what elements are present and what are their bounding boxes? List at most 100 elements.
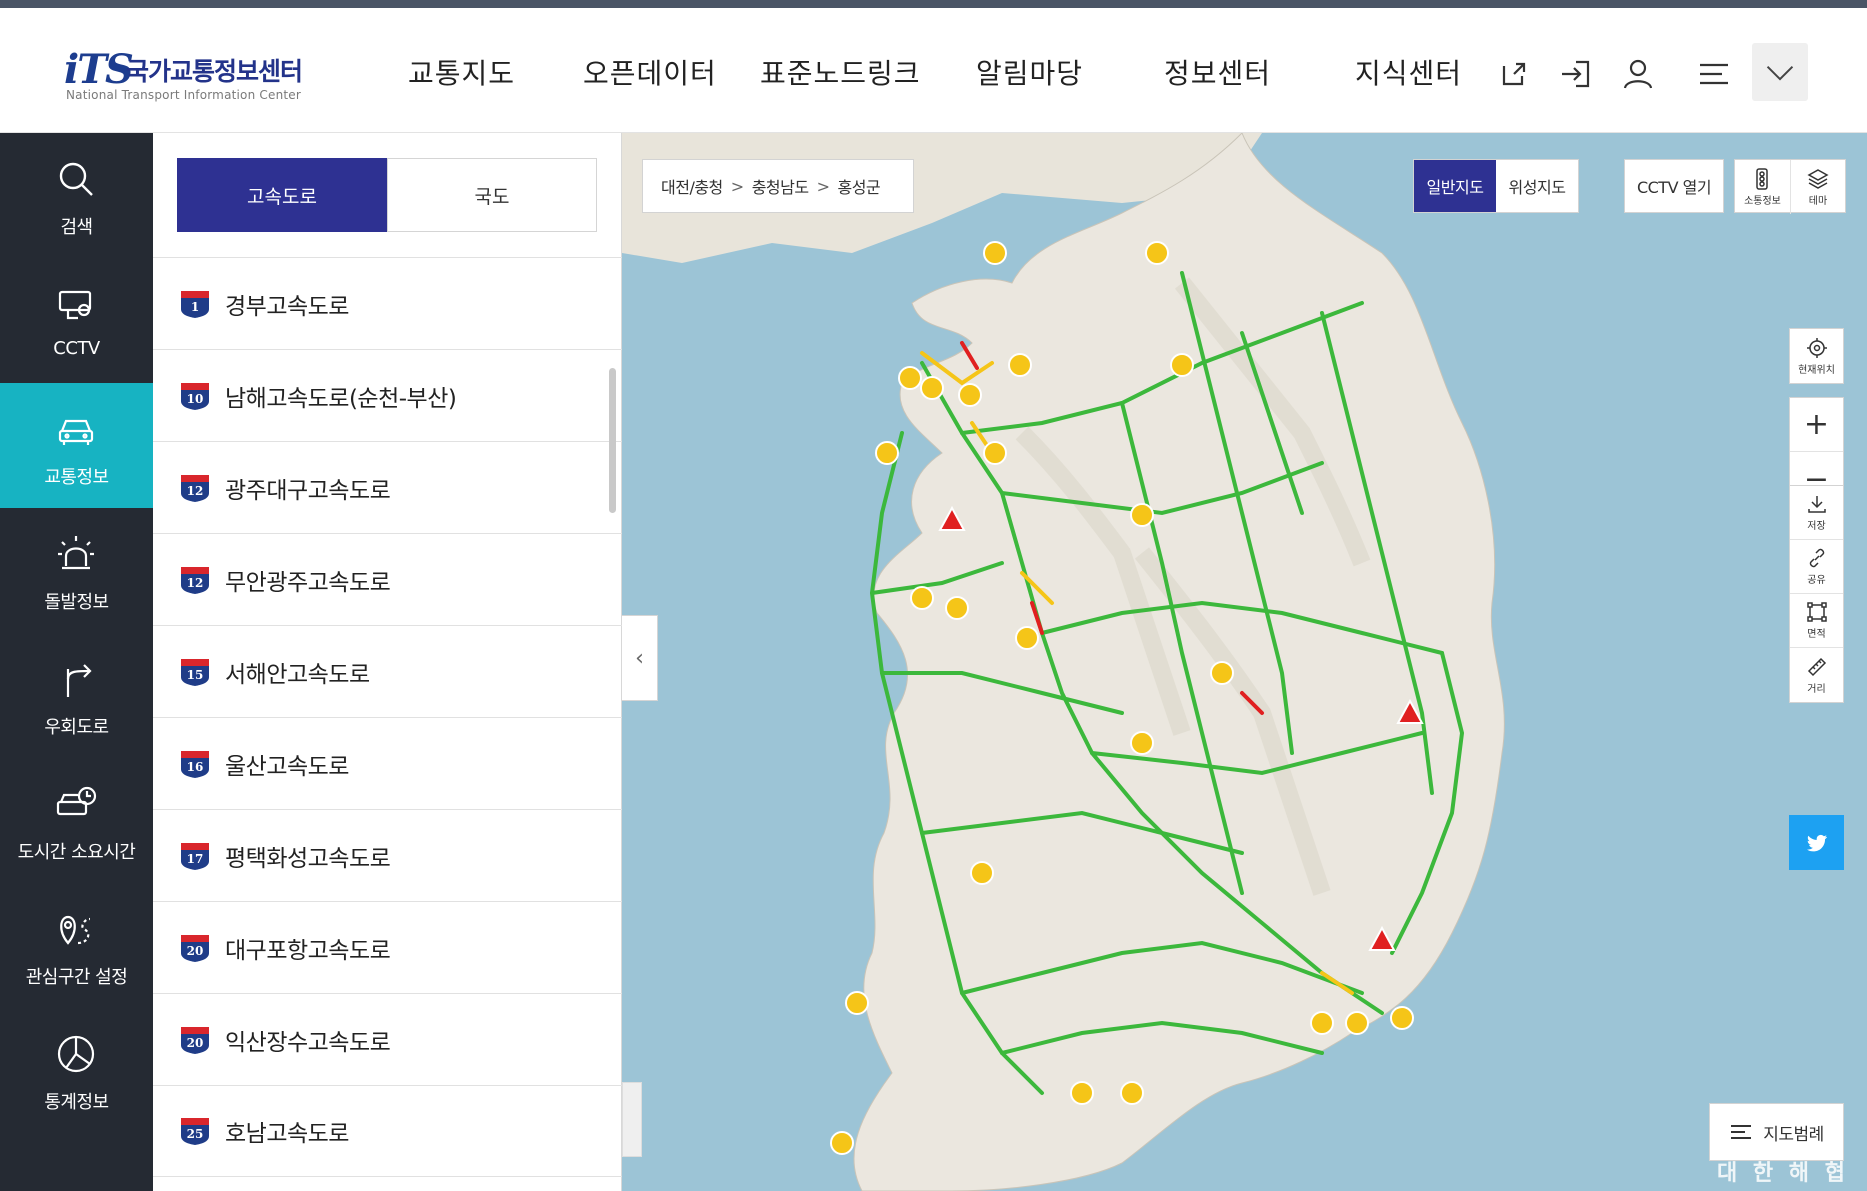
map-breadcrumb[interactable]: 대전/충청 > 충청남도 > 홍성군 [642,159,914,213]
theme-button[interactable]: 테마 [1789,160,1845,214]
nav-detour[interactable]: 우회도로 [0,633,153,758]
maptype-normal-button[interactable]: 일반지도 [1414,160,1496,212]
gnb-open-data[interactable]: 오픈데이터 [583,52,717,92]
nav-cctv[interactable]: CCTV [0,258,153,383]
crosshair-icon [1806,337,1827,358]
panel-bottom-handle[interactable] [622,1082,642,1157]
site-logo[interactable]: iTS 국가교통정보센터 National Transport Informat… [64,46,324,106]
theme-label: 테마 [1808,195,1828,207]
cctv-icon [58,290,92,320]
road-list-item[interactable]: 12 무안광주고속도로 [153,533,622,625]
gnb-knowledge-center[interactable]: 지식센터 [1355,52,1462,92]
road-name: 대구포항고속도로 [225,937,391,964]
nav-cctv-label: CCTV [53,338,100,359]
road-list-item[interactable]: 17 평택화성고속도로 [153,809,622,901]
twitter-icon [1806,834,1827,851]
expressway-shield-icon: 12 [179,565,211,595]
distance-measure-label: 거리 [1807,683,1826,695]
nav-statistics[interactable]: 통계정보 [0,1008,153,1133]
maptype-satellite-button[interactable]: 위성지도 [1496,160,1578,212]
breadcrumb-province[interactable]: 충청남도 [752,174,809,198]
download-icon [1807,496,1826,513]
expressway-shield-icon: 12 [179,473,211,503]
traffic-flow-label: 소통정보 [1744,195,1781,207]
external-link-icon[interactable] [1494,54,1534,94]
road-name: 서해안고속도로 [225,661,370,688]
tab-national-road[interactable]: 국도 [387,158,597,232]
expressway-shield-icon: 1 [179,289,211,319]
ruler-icon [1807,657,1826,676]
nav-favorite-route[interactable]: 관심구간 설정 [0,883,153,1008]
expressway-shield-icon: 16 [179,749,211,779]
gnb-notice[interactable]: 알림마당 [976,52,1083,92]
area-measure-button[interactable]: 면적 [1790,594,1843,648]
gnb-info-center[interactable]: 정보센터 [1164,52,1271,92]
share-button[interactable]: 공유 [1790,540,1843,594]
zoom-in-button[interactable]: + [1790,398,1843,452]
nav-detour-label: 우회도로 [44,717,109,738]
road-list-item[interactable]: 16 울산고속도로 [153,717,622,809]
road-name: 익산장수고속도로 [225,1029,391,1056]
gnb-standard-node-link[interactable]: 표준노드링크 [760,52,921,92]
road-name: 무안광주고속도로 [225,569,391,596]
expressway-shield-icon: 25 [179,1116,211,1146]
area-measure-label: 면적 [1807,629,1826,640]
road-number: 10 [186,391,204,406]
car-clock-icon [56,786,97,816]
panel-scrollbar[interactable] [609,368,616,513]
user-icon[interactable] [1618,54,1658,94]
header-toggle-button[interactable] [1752,43,1808,101]
link-icon [1809,548,1824,568]
road-name: 울산고속도로 [225,753,349,780]
breadcrumb-region[interactable]: 대전/충청 [661,174,723,198]
traffic-map[interactable]: 대전/충청 > 충청남도 > 홍성군 일반지도 위성지도 CCTV 열기 소통정보 … [622,133,1867,1191]
distance-measure-button[interactable]: 거리 [1790,648,1843,702]
nav-intercity-time-label: 도시간 소요시간 [17,842,136,863]
twitter-share-button[interactable] [1789,815,1844,870]
road-list-item[interactable]: 25 호남고속도로 [153,1085,622,1177]
nav-search[interactable]: 검색 [0,133,153,258]
road-number: 20 [186,943,204,958]
traffic-flow-button[interactable]: 소통정보 [1735,160,1790,214]
logo-mark: iTS [64,46,134,93]
road-list-item[interactable]: 15 서해안고속도로 [153,625,622,717]
road-type-tabs: 고속도로 국도 [177,158,597,232]
current-location-label: 현재위치 [1798,364,1835,376]
nav-traffic-info-label: 교통정보 [44,467,109,488]
road-list-item[interactable]: 12 광주대구고속도로 [153,441,622,533]
road-list-item[interactable]: 20 대구포항고속도로 [153,901,622,993]
top-strip [0,0,1867,8]
cctv-open-button[interactable]: CCTV 열기 [1624,159,1724,213]
site-header: iTS 국가교통정보센터 National Transport Informat… [0,8,1867,133]
nav-intercity-time[interactable]: 도시간 소요시간 [0,758,153,883]
current-location-button[interactable]: 현재위치 [1790,329,1843,383]
save-button[interactable]: 저장 [1790,486,1843,540]
expressway-shield-icon: 20 [179,1025,211,1055]
road-list: 1 경부고속도로 10 남해고속도로(순천-부산) 12 광주대구고속도로 12 무안광… [153,257,622,1177]
breadcrumb-county[interactable]: 홍성군 [837,174,880,198]
road-list-item[interactable]: 1 경부고속도로 [153,257,622,349]
road-number: 17 [186,851,204,866]
nav-incident-info[interactable]: 돌발정보 [0,508,153,633]
road-number: 20 [186,1035,204,1050]
road-number: 25 [186,1127,204,1141]
map-tools-control: 저장 공유 면적 거리 [1789,485,1844,703]
tab-expressway[interactable]: 고속도로 [177,158,387,232]
road-list-item[interactable]: 20 익산장수고속도로 [153,993,622,1085]
road-name: 광주대구고속도로 [225,477,391,504]
map-legend-label: 지도범례 [1763,1124,1824,1145]
logo-name-ko: 국가교통정보센터 [126,57,303,86]
menu-icon[interactable] [1694,54,1734,94]
sea-label: 대 한 해 협 [1717,1161,1849,1186]
left-navigation: 검색 CCTV 교통정보 돌발정보 우회도로 도시간 소요시간 관심구간 설정 … [0,133,153,1191]
map-legend-button[interactable]: 지도범례 [1709,1103,1844,1161]
road-name: 호남고속도로 [225,1121,349,1147]
traffic-light-icon [1756,167,1769,190]
panel-collapse-button[interactable]: ‹ [622,615,658,701]
nav-traffic-info[interactable]: 교통정보 [0,383,153,508]
road-list-item[interactable]: 10 남해고속도로(순천-부산) [153,349,622,441]
map-layer-tools: 소통정보 테마 [1734,159,1846,214]
login-icon[interactable] [1556,54,1596,94]
road-name: 평택화성고속도로 [225,845,391,872]
gnb-traffic-map[interactable]: 교통지도 [408,52,515,92]
